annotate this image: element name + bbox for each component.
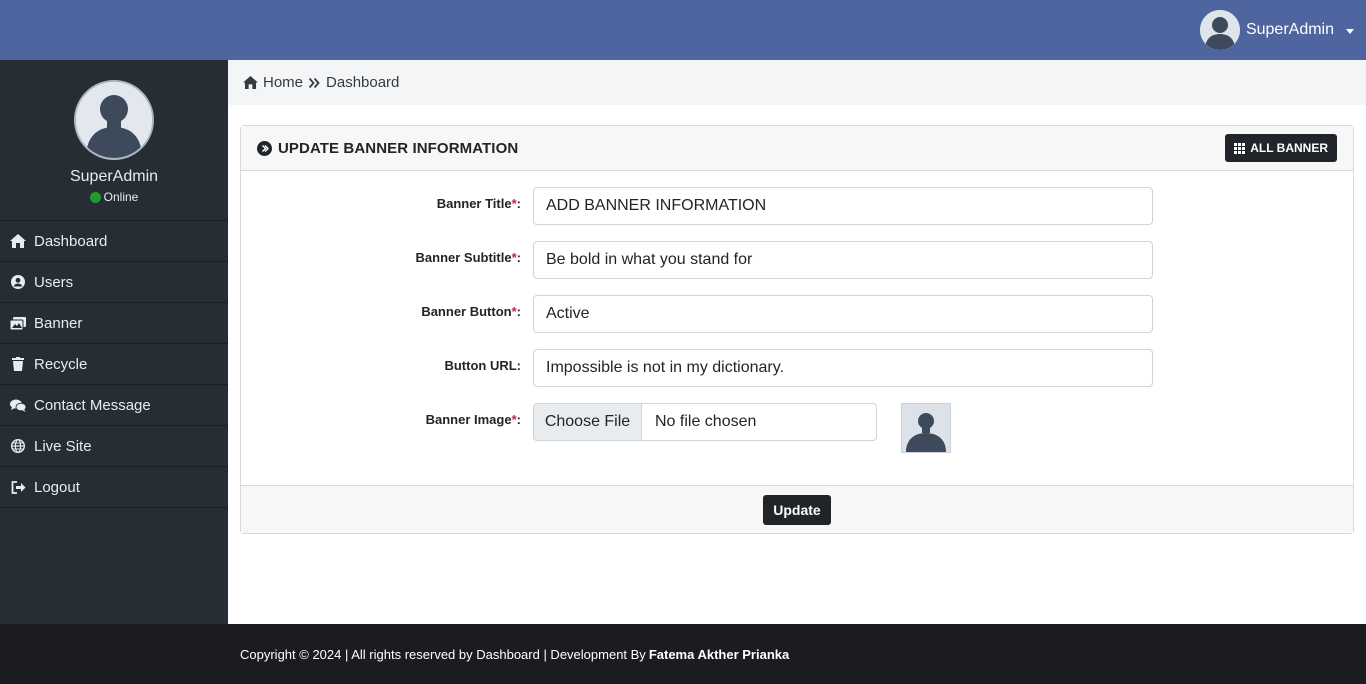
sidebar-item-label: Dashboard: [34, 232, 108, 250]
page-footer: Copyright © 2024 | All rights reserved b…: [0, 624, 1366, 684]
sidebar-item-contact-message[interactable]: Contact Message: [0, 385, 228, 426]
breadcrumb-home[interactable]: Home: [243, 74, 303, 91]
banner-title-input[interactable]: [533, 187, 1153, 225]
top-navbar: SuperAdmin: [0, 0, 1366, 60]
grid-icon: [1234, 142, 1246, 154]
profile-name: SuperAdmin: [69, 168, 159, 185]
update-button[interactable]: Update: [763, 494, 831, 525]
online-dot-icon: [89, 191, 101, 203]
trash-icon: [10, 356, 26, 372]
sidebar-item-label: Contact Message: [34, 396, 151, 414]
sidebar-item-label: Recycle: [34, 355, 88, 373]
sidebar-item-live-site[interactable]: Live Site: [0, 426, 228, 467]
home-icon: [10, 233, 26, 249]
banner-title-label: Banner Title*:: [436, 196, 521, 211]
banner-button-input[interactable]: [533, 295, 1153, 333]
copyright-text: Copyright © 2024 | All rights reserved b…: [240, 646, 646, 662]
user-menu-dropdown[interactable]: SuperAdmin: [1199, 9, 1354, 51]
banner-subtitle-input[interactable]: [533, 241, 1153, 279]
breadcrumb-home-label: Home: [263, 74, 304, 91]
globe-icon: [10, 438, 26, 454]
choose-file-button[interactable]: Choose File: [534, 404, 642, 440]
card-title: UPDATE BANNER INFORMATION: [278, 139, 519, 157]
card-footer: Update: [241, 485, 1353, 533]
card-header: UPDATE BANNER INFORMATION ALL BANNER: [241, 126, 1353, 171]
sidebar-item-label: Users: [34, 273, 74, 291]
banner-image-row: Banner Image*: Choose File No file chose…: [241, 403, 1353, 453]
sidebar-item-label: Live Site: [34, 437, 92, 455]
sidebar-nav: Dashboard Users Banner Recycle Contact M…: [0, 220, 228, 508]
circle-chevron-icon: [257, 140, 272, 156]
sidebar: SuperAdmin Online Dashboard Users Banner…: [0, 60, 228, 624]
home-icon: [243, 76, 258, 89]
button-url-label: Button URL:: [444, 358, 521, 373]
banner-image-preview: [901, 403, 951, 453]
all-banner-button[interactable]: ALL BANNER: [1225, 134, 1337, 162]
comments-icon: [10, 397, 26, 413]
sidebar-item-dashboard[interactable]: Dashboard: [0, 221, 228, 262]
banner-image-label: Banner Image*:: [425, 412, 521, 427]
sidebar-item-logout[interactable]: Logout: [0, 467, 228, 508]
user-avatar-icon: [1199, 10, 1240, 50]
banner-button-row: Banner Button*:: [241, 295, 1353, 333]
images-icon: [10, 315, 26, 331]
sidebar-item-label: Banner: [34, 314, 83, 332]
header-username: SuperAdmin: [1245, 21, 1334, 38]
profile-status-text: Online: [103, 190, 139, 204]
sign-out-icon: [10, 479, 26, 495]
profile-status: Online: [0, 190, 228, 204]
all-banner-label: ALL BANNER: [1250, 141, 1328, 155]
double-chevron-right-icon: [309, 77, 320, 88]
file-chosen-text: No file chosen: [655, 413, 757, 430]
banner-image-file-input[interactable]: Choose File No file chosen: [533, 403, 877, 441]
developer-name: Fatema Akther Prianka: [648, 646, 790, 662]
banner-button-label: Banner Button*:: [421, 304, 521, 319]
button-url-row: Button URL:: [241, 349, 1353, 387]
breadcrumb-current[interactable]: Dashboard: [326, 74, 399, 91]
banner-subtitle-label: Banner Subtitle*:: [415, 250, 521, 265]
sidebar-profile: SuperAdmin Online: [0, 60, 228, 220]
user-circle-icon: [10, 274, 26, 290]
profile-avatar: [74, 80, 154, 160]
sidebar-item-banner[interactable]: Banner: [0, 303, 228, 344]
caret-down-icon: [1346, 28, 1354, 34]
sidebar-item-recycle[interactable]: Recycle: [0, 344, 228, 385]
banner-title-row: Banner Title*:: [241, 187, 1353, 225]
banner-subtitle-row: Banner Subtitle*:: [241, 241, 1353, 279]
update-banner-card: UPDATE BANNER INFORMATION ALL BANNER Ban…: [240, 125, 1354, 534]
breadcrumb: Home Dashboard: [228, 60, 1366, 105]
sidebar-item-label: Logout: [34, 478, 80, 496]
sidebar-item-users[interactable]: Users: [0, 262, 228, 303]
button-url-input[interactable]: [533, 349, 1153, 387]
